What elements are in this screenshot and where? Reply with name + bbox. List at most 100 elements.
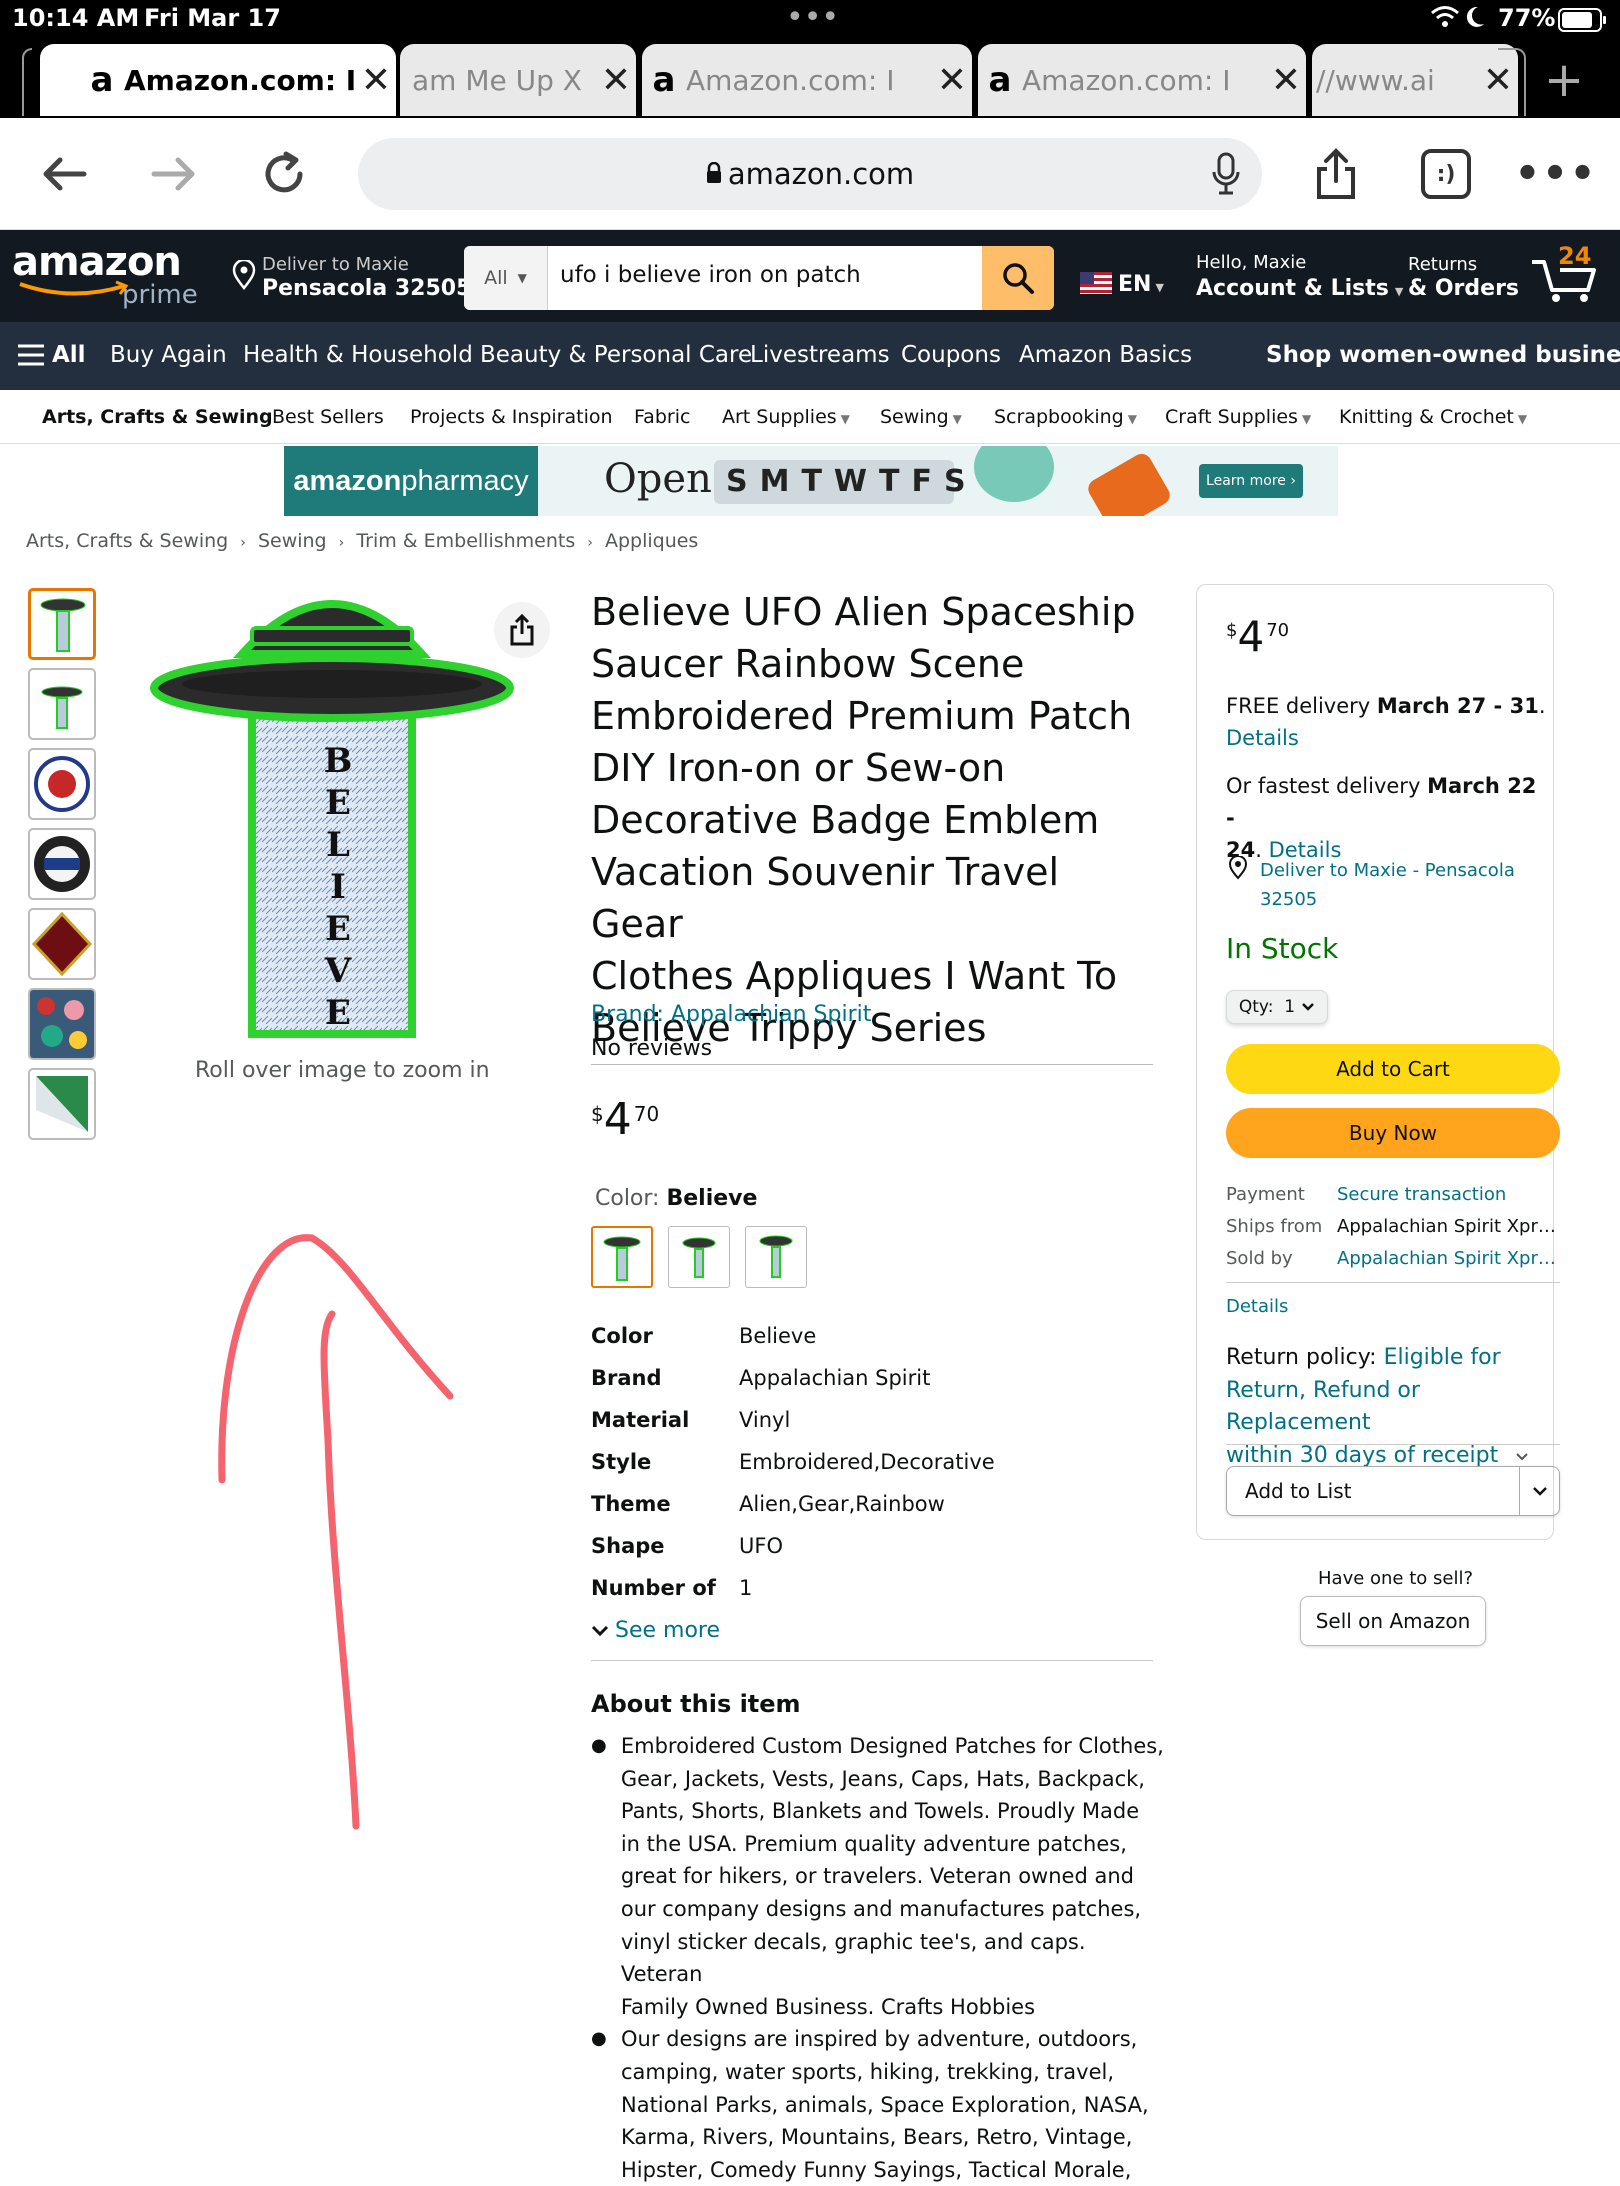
search-input[interactable]: ufo i believe iron on patch xyxy=(560,262,861,288)
tab-amazon-3[interactable]: a Amazon.com: I ✕ xyxy=(978,44,1306,116)
secure-transaction-link[interactable]: Secure transaction xyxy=(1337,1184,1506,1205)
multitask-dots[interactable]: ••• xyxy=(786,0,839,35)
forward-icon[interactable] xyxy=(142,142,206,206)
color-swatch[interactable] xyxy=(668,1226,730,1288)
return-policy-label: Return policy: xyxy=(1226,1345,1384,1370)
url-bar[interactable]: amazon.com xyxy=(358,138,1262,210)
sell-on-amazon-button[interactable]: Sell on Amazon xyxy=(1300,1596,1486,1646)
annotation-arrow xyxy=(218,1234,454,1830)
microphone-icon[interactable] xyxy=(1210,152,1242,203)
delivery-details-link[interactable]: Details xyxy=(1226,726,1299,750)
tab-switcher-icon[interactable]: :) xyxy=(1414,142,1478,206)
spec-key: Theme xyxy=(591,1492,671,1516)
nav-buy-again[interactable]: Buy Again xyxy=(110,342,227,368)
breadcrumb-item[interactable]: Trim & Embellishments xyxy=(356,530,575,552)
chevron-down-icon[interactable] xyxy=(1515,1452,1529,1462)
nav-amazon-basics[interactable]: Amazon Basics xyxy=(1019,342,1192,368)
amazon-logo[interactable]: amazon prime xyxy=(12,240,202,312)
price-fraction: 70 xyxy=(633,1102,660,1126)
breadcrumb-item[interactable]: Appliques xyxy=(605,530,698,552)
deliver-to-link[interactable]: Deliver to Maxie - Pensacola 32505 xyxy=(1260,856,1515,914)
subnav-sewing[interactable]: Sewing ▼ xyxy=(880,406,962,428)
language-selector[interactable]: EN ▼ xyxy=(1118,272,1164,297)
subnav-arts-crafts[interactable]: Arts, Crafts & Sewing xyxy=(42,406,273,428)
returns-label[interactable]: Returns xyxy=(1408,254,1477,275)
nav-health-household[interactable]: Health & Household xyxy=(243,342,473,368)
details-link[interactable]: Details xyxy=(1226,1296,1288,1317)
reload-icon[interactable] xyxy=(252,142,316,206)
color-swatch-selected[interactable] xyxy=(591,1226,653,1288)
return-policy-link[interactable]: Eligible for xyxy=(1384,1345,1501,1370)
close-tab-icon[interactable]: ✕ xyxy=(356,60,396,101)
account-greeting[interactable]: Hello, Maxie xyxy=(1196,252,1306,273)
share-product-button[interactable] xyxy=(494,602,550,658)
dropdown-caret-icon: ▼ xyxy=(517,271,527,285)
subnav-best-sellers[interactable]: Best Sellers xyxy=(272,406,384,428)
breadcrumb-item[interactable]: Sewing xyxy=(258,530,327,552)
nav-beauty-personal-care[interactable]: Beauty & Personal Care xyxy=(480,342,752,368)
subnav-art-supplies[interactable]: Art Supplies ▼ xyxy=(722,406,850,428)
status-time: 10:14 AM xyxy=(12,4,140,32)
learn-more-button[interactable]: Learn more › xyxy=(1199,464,1303,498)
wifi-icon xyxy=(1430,4,1460,36)
see-more-link[interactable]: See more xyxy=(591,1618,720,1643)
all-menu-button[interactable]: All xyxy=(16,342,86,368)
image-thumbnail[interactable] xyxy=(28,668,96,740)
tab-amazon-2[interactable]: a Amazon.com: I ✕ xyxy=(642,44,972,116)
nav-coupons[interactable]: Coupons xyxy=(901,342,1001,368)
image-thumbnail[interactable] xyxy=(28,588,96,660)
close-tab-icon[interactable]: ✕ xyxy=(932,60,972,101)
image-thumbnail[interactable] xyxy=(28,988,96,1060)
return-policy-link[interactable]: within 30 days of receipt xyxy=(1226,1443,1498,1468)
search-button[interactable] xyxy=(982,246,1054,310)
banner-open-text: Open xyxy=(604,456,712,502)
more-menu-icon[interactable]: ••• xyxy=(1515,142,1596,206)
all-label: All xyxy=(52,342,86,368)
color-swatch[interactable] xyxy=(745,1226,807,1288)
deliver-to-label[interactable]: Deliver to Maxie xyxy=(262,254,409,275)
subnav-craft-supplies[interactable]: Craft Supplies ▼ xyxy=(1165,406,1311,428)
image-thumbnail[interactable] xyxy=(28,828,96,900)
cart-button[interactable]: 24 xyxy=(1530,240,1604,312)
brand-link[interactable]: Brand: Appalachian Spirit xyxy=(591,1002,871,1027)
main-product-image[interactable]: BELIEVE xyxy=(142,584,532,1054)
subnav-knitting[interactable]: Knitting & Crochet ▼ xyxy=(1339,406,1527,428)
pharmacy-ad-banner[interactable]: amazon pharmacy Open SMTWTFS Learn more … xyxy=(284,446,1338,516)
return-policy-link[interactable]: Return, Refund or Replacement xyxy=(1226,1378,1420,1436)
share-icon[interactable] xyxy=(1304,142,1368,206)
buy-now-button[interactable]: Buy Now xyxy=(1226,1108,1560,1158)
orders-label[interactable]: & Orders xyxy=(1408,276,1519,301)
add-to-list-dropdown[interactable] xyxy=(1519,1467,1559,1515)
title-line: Vacation Souvenir Travel Gear xyxy=(591,850,1060,946)
breadcrumb-item[interactable]: Arts, Crafts & Sewing xyxy=(26,530,228,552)
quantity-dropdown[interactable]: Qty: 1 xyxy=(1226,990,1328,1024)
divider xyxy=(1226,1282,1560,1283)
deliver-location[interactable]: Pensacola 32505 xyxy=(262,276,471,301)
search-category-dropdown[interactable]: All ▼ xyxy=(464,246,548,310)
account-lists-menu[interactable]: Account & Lists ▼ xyxy=(1196,276,1403,301)
subnav-projects[interactable]: Projects & Inspiration xyxy=(410,406,613,428)
ships-from-value: Appalachian Spirit Xpr… xyxy=(1337,1216,1556,1237)
tab-amazon-active[interactable]: a Amazon.com: I ✕ xyxy=(40,44,396,116)
close-tab-icon[interactable]: ✕ xyxy=(596,60,636,101)
bullet-line: Pants, Shorts, Blankets and Towels. Prou… xyxy=(620,1799,1140,1824)
back-icon[interactable] xyxy=(32,142,96,206)
about-bullet: ● Our designs are inspired by adventure,… xyxy=(591,2023,1171,2186)
subnav-label: Knitting & Crochet xyxy=(1339,406,1514,428)
nav-livestreams[interactable]: Livestreams xyxy=(750,342,890,368)
add-to-cart-button[interactable]: Add to Cart xyxy=(1226,1044,1560,1094)
tab-am-me-up[interactable]: am Me Up X ✕ xyxy=(400,44,636,116)
add-to-list-button[interactable]: Add to List xyxy=(1227,1467,1519,1515)
about-bullets: ● Embroidered Custom Designed Patches fo… xyxy=(591,1730,1171,2186)
nav-women-owned[interactable]: Shop women-owned businesses xyxy=(1266,342,1620,368)
tab-www[interactable]: //www.ai ✕ xyxy=(1312,44,1518,116)
subnav-scrapbooking[interactable]: Scrapbooking ▼ xyxy=(994,406,1137,428)
close-tab-icon[interactable]: ✕ xyxy=(1266,60,1306,101)
image-thumbnail[interactable] xyxy=(28,908,96,980)
logo-text: amazon xyxy=(12,239,182,285)
image-thumbnail[interactable] xyxy=(28,748,96,820)
sold-by-link[interactable]: Appalachian Spirit Xpr… xyxy=(1337,1248,1557,1269)
subnav-fabric[interactable]: Fabric xyxy=(634,406,690,428)
image-thumbnail[interactable] xyxy=(28,1068,96,1140)
new-tab-icon[interactable]: + xyxy=(1536,50,1592,110)
